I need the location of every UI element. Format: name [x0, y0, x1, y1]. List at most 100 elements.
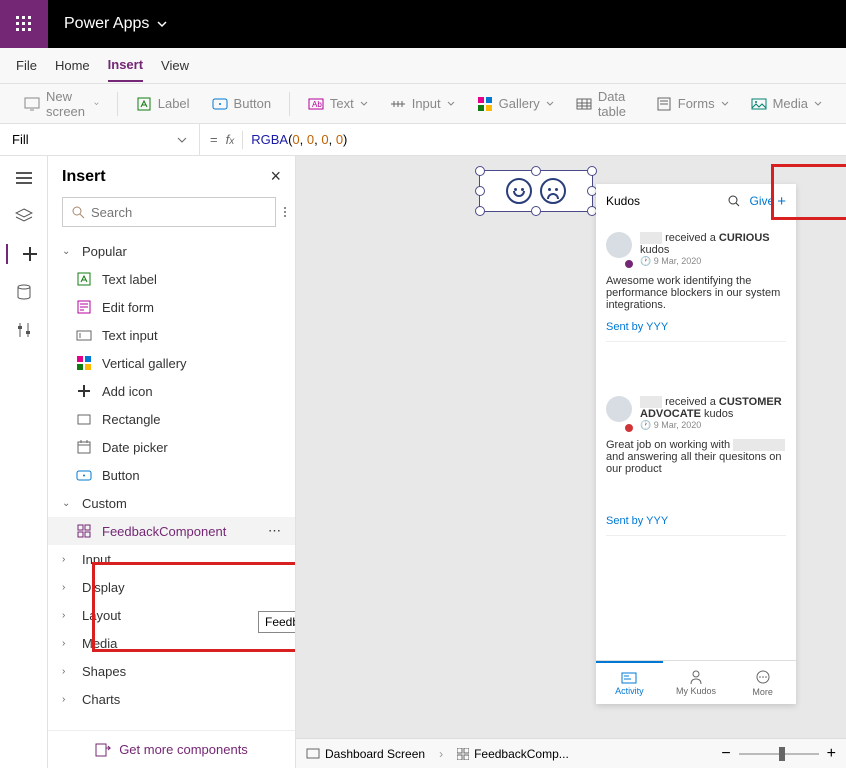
selected-component[interactable]	[479, 170, 593, 212]
group-popular[interactable]: ⌄Popular	[48, 237, 295, 265]
item-button[interactable]: Button	[48, 461, 295, 489]
close-icon[interactable]: ×	[270, 166, 281, 187]
insert-icon[interactable]	[6, 244, 40, 264]
resize-handle[interactable]	[475, 186, 485, 196]
new-screen-button[interactable]: New screen	[16, 85, 107, 123]
search-input[interactable]	[62, 197, 276, 227]
gallery-icon	[477, 96, 493, 112]
phone-nav: Activity My Kudos More	[596, 660, 796, 704]
chevron-down-icon: ⌄	[62, 246, 72, 257]
tooltip: FeedbackComponent	[258, 611, 295, 633]
app-name[interactable]: Power Apps	[48, 15, 183, 33]
chevron-right-icon: ›	[439, 747, 443, 761]
text-dropdown[interactable]: Ab Text	[300, 92, 376, 116]
resize-handle[interactable]	[475, 166, 485, 176]
gallery-icon	[76, 355, 92, 371]
kudos-card[interactable]: XXX received a CUSTOMER ADVOCATE kudos 🕐…	[606, 388, 786, 536]
resize-handle[interactable]	[475, 206, 485, 216]
screen-icon	[306, 748, 320, 759]
breadcrumb-component[interactable]: FeedbackComp...	[457, 747, 569, 761]
screen-icon	[24, 96, 40, 112]
more-icon[interactable]: ⋯	[268, 523, 281, 539]
happy-face-icon	[506, 178, 532, 204]
plus-icon	[76, 383, 92, 399]
more-icon[interactable]	[284, 207, 286, 217]
item-text-input[interactable]: Text input	[48, 321, 295, 349]
chevron-down-icon	[360, 100, 368, 108]
label-button[interactable]: Label	[128, 92, 198, 116]
card-body: Awesome work identifying the performance…	[606, 275, 786, 311]
chevron-down-icon	[177, 135, 187, 145]
gallery-dropdown[interactable]: Gallery	[469, 92, 562, 116]
person-icon	[690, 670, 702, 684]
sent-by-link[interactable]: Sent by YYY	[606, 515, 786, 527]
layers-icon[interactable]	[14, 206, 34, 226]
kudos-card[interactable]: XXX received a CURIOUS kudos 🕐 9 Mar, 20…	[606, 224, 786, 342]
group-media[interactable]: ›Media	[48, 629, 295, 657]
menu-insert[interactable]: Insert	[108, 49, 143, 82]
data-table-button[interactable]: Data table	[568, 85, 642, 123]
group-charts[interactable]: ›Charts	[48, 685, 295, 713]
group-shapes[interactable]: ›Shapes	[48, 657, 295, 685]
property-dropdown[interactable]: Fill	[0, 124, 200, 155]
item-add-icon[interactable]: Add icon	[48, 377, 295, 405]
give-button[interactable]: Give +	[750, 193, 786, 210]
item-text-label[interactable]: Text label	[48, 265, 295, 293]
breadcrumb-screen[interactable]: Dashboard Screen	[306, 747, 425, 761]
zoom-slider[interactable]	[739, 753, 819, 755]
button-button[interactable]: Button	[204, 92, 280, 116]
waffle-icon[interactable]	[0, 0, 48, 48]
group-display[interactable]: ›Display	[48, 573, 295, 601]
item-rectangle[interactable]: Rectangle	[48, 405, 295, 433]
data-icon[interactable]	[14, 282, 34, 302]
zoom-control: − +	[721, 745, 836, 763]
sent-by-link[interactable]: Sent by YYY	[606, 321, 786, 333]
group-custom[interactable]: ⌄Custom	[48, 489, 295, 517]
group-input[interactable]: ›Input	[48, 545, 295, 573]
resize-handle[interactable]	[531, 206, 541, 216]
forms-dropdown[interactable]: Forms	[648, 92, 737, 116]
resize-handle[interactable]	[531, 166, 541, 176]
label-icon	[76, 271, 92, 287]
canvas[interactable]: Kudos Give + XXX received a CURIOUS kudo…	[296, 156, 846, 768]
item-date-picker[interactable]: Date picker	[48, 433, 295, 461]
nav-activity[interactable]: Activity	[596, 661, 663, 704]
zoom-out-button[interactable]: −	[721, 745, 730, 763]
search-field[interactable]	[91, 205, 267, 220]
media-dropdown[interactable]: Media	[743, 92, 830, 116]
menu-file[interactable]: File	[16, 50, 37, 81]
input-dropdown[interactable]: Input	[382, 92, 463, 116]
menu-view[interactable]: View	[161, 50, 189, 81]
advanced-icon[interactable]	[14, 320, 34, 340]
search-icon[interactable]	[728, 195, 740, 207]
chevron-right-icon: ›	[62, 638, 72, 649]
chevron-right-icon: ›	[62, 666, 72, 677]
formula-bar: Fill = fx RGBA(0, 0, 0, 0)	[0, 124, 846, 156]
zoom-in-button[interactable]: +	[827, 745, 836, 763]
item-vertical-gallery[interactable]: Vertical gallery	[48, 349, 295, 377]
nav-more[interactable]: More	[729, 661, 796, 704]
new-screen-label: New screen	[46, 89, 88, 119]
phone-header: Kudos Give +	[596, 184, 796, 218]
resize-handle[interactable]	[587, 166, 597, 176]
get-more-components-button[interactable]: Get more components	[48, 730, 295, 768]
data-table-label: Data table	[598, 89, 634, 119]
search-icon	[71, 205, 85, 219]
nav-my-kudos[interactable]: My Kudos	[663, 661, 730, 704]
button-icon	[212, 96, 228, 112]
formula-input[interactable]: = fx RGBA(0, 0, 0, 0)	[200, 131, 357, 149]
card-body: Great job on working with XXXXXXX and an…	[606, 439, 786, 475]
input-icon	[390, 96, 406, 112]
import-icon	[95, 743, 111, 757]
chevron-right-icon: ›	[62, 694, 72, 705]
menu-home[interactable]: Home	[55, 50, 90, 81]
title-bar: Power Apps	[0, 0, 846, 48]
canvas-footer: Dashboard Screen › FeedbackComp... − +	[296, 738, 846, 768]
form-icon	[656, 96, 672, 112]
chevron-down-icon	[546, 100, 554, 108]
tree-view-icon[interactable]	[14, 168, 34, 188]
formula-text: RGBA(0, 0, 0, 0)	[251, 132, 347, 147]
chevron-right-icon: ›	[62, 554, 72, 565]
item-edit-form[interactable]: Edit form	[48, 293, 295, 321]
item-feedback-component[interactable]: FeedbackComponent ⋯	[48, 517, 295, 545]
